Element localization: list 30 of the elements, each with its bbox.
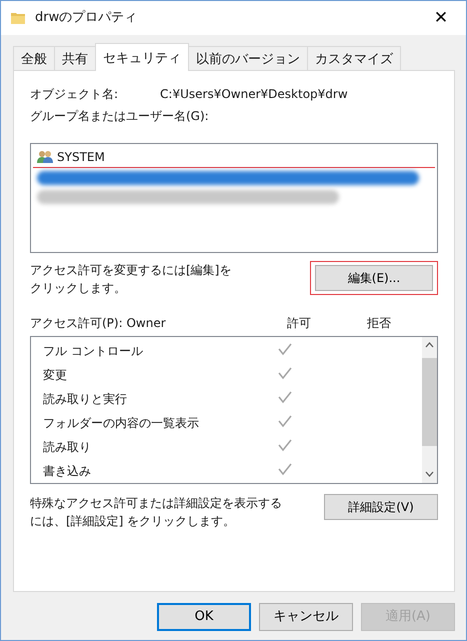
permission-name: 読み取りと実行 [43, 391, 128, 408]
folder-icon [11, 12, 25, 24]
column-header: 拒否 [367, 315, 391, 332]
window-title: drwのプロパティ [35, 9, 138, 28]
blurred-row[interactable] [33, 167, 435, 187]
permission-name: 変更 [43, 367, 68, 384]
permissions-label: アクセス許可(P): Owner [30, 315, 167, 332]
permission-name: 書き込み [43, 463, 92, 480]
tab[interactable]: 全般 [13, 46, 55, 70]
advanced-button[interactable]: 詳細設定(V) [324, 494, 438, 520]
permission-name: フォルダーの内容の一覧表示 [43, 415, 200, 432]
object-path: C:¥Users¥Owner¥Desktop¥drw [160, 86, 348, 103]
dialog-button[interactable]: OK [157, 603, 251, 631]
close-button[interactable]: ✕ [426, 10, 456, 26]
tab[interactable]: カスタマイズ [307, 46, 401, 70]
group-name[interactable]: SYSTEM [57, 148, 105, 166]
permission-name: フル コントロール [43, 343, 144, 360]
field-label: オブジェクト名: [30, 86, 118, 103]
permission-name: 読み取り [43, 439, 92, 456]
instruction-text: 特殊なアクセス許可または詳細設定を表示するには、[詳細設定] をクリックします。 [30, 495, 283, 530]
group-list[interactable]: SYSTEM [30, 143, 438, 253]
instruction-text: アクセス許可を変更するには[編集]をクリックします。 [30, 262, 232, 297]
scrollbar[interactable] [422, 337, 437, 483]
column-header: 許可 [287, 315, 312, 332]
tab[interactable]: セキュリティ [95, 43, 189, 71]
group-row[interactable]: SYSTEM [33, 147, 435, 167]
dialog-button[interactable]: キャンセル [259, 603, 353, 631]
edit-button[interactable]: 編集(E)... [315, 265, 433, 291]
users-icon [37, 150, 53, 164]
field-label: グループ名またはユーザー名(G): [30, 108, 209, 125]
